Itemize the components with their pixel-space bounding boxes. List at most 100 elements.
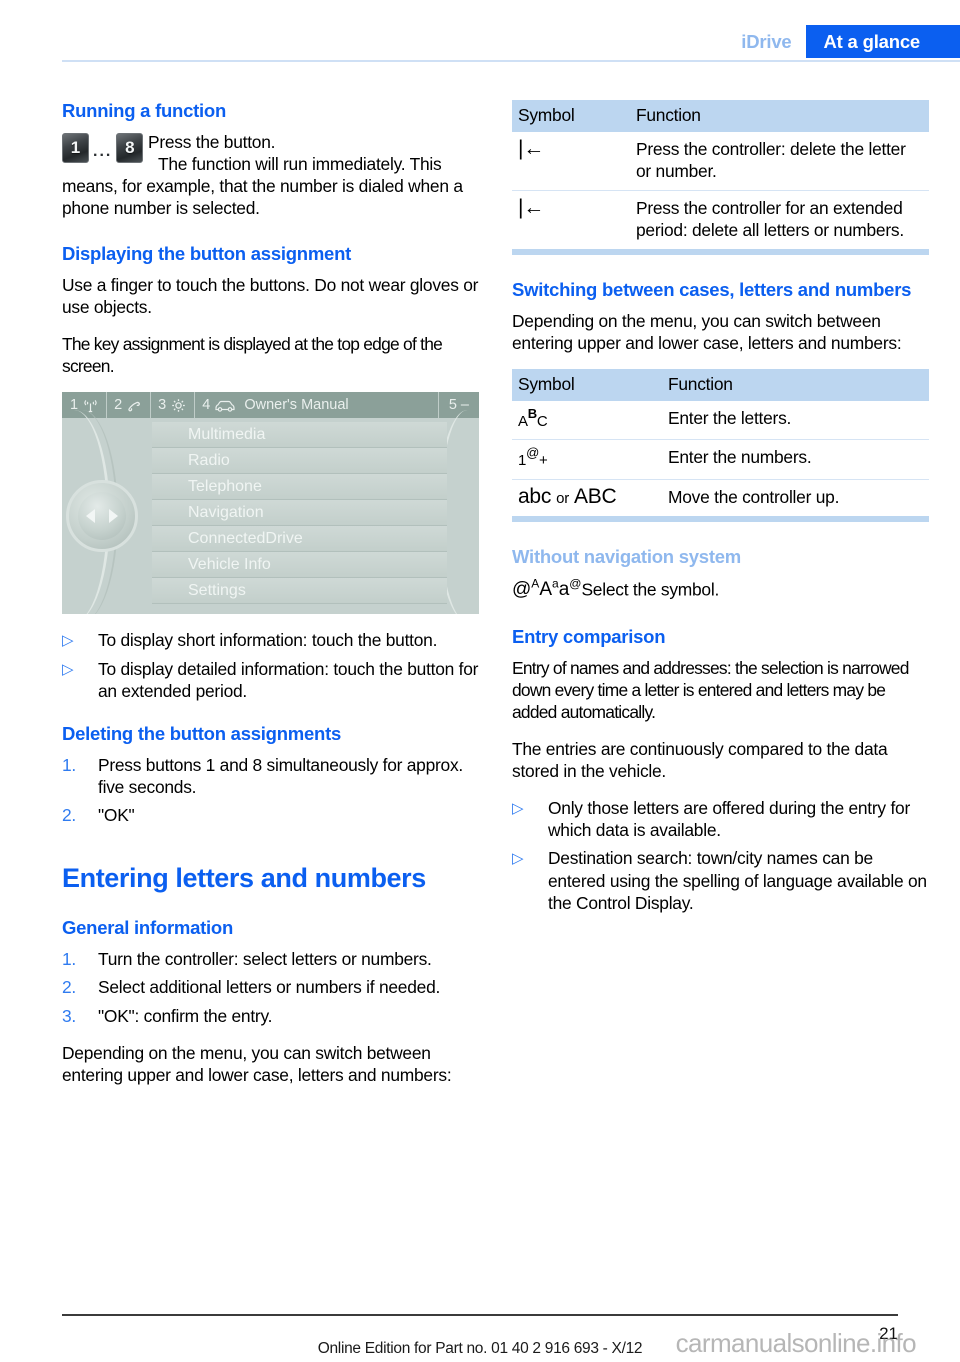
bullet-triangle-icon: ▷ [62,660,74,678]
idrive-screen-illustration: 1 2 3 4 Owner's Manual 5 – Multimedia Ra… [62,392,479,615]
car-icon [214,398,236,413]
step-text: "OK": confirm the entry. [98,1005,273,1026]
column-header-function: Function [630,100,929,132]
cell-symbol: abc or ABC [512,479,662,516]
step-text: Turn the controller: select letters or n… [98,949,432,970]
step-number: 1. [62,949,77,970]
cell-function: Enter the letters. [662,401,929,441]
idrive-menu-item: Radio [152,448,447,475]
case-toggle-icon: abc or ABC [518,484,617,508]
paragraph-switching: Depending on the menu, you can switch be… [512,311,902,354]
list-item: ▷ To display short information: touch th… [62,629,479,651]
idrive-menu-item: Telephone [152,474,447,501]
watermark-text: carmanualsonline.info [675,1328,917,1358]
list-item: ▷ Destination search: town/city names ca… [512,847,929,913]
symbol-upper-lower-icon: Aa [539,576,559,600]
table-row: ABC Enter the letters. [512,401,929,441]
idrive-controller-icon [66,480,138,553]
page-footer: 21 Online Edition for Part no. 01 40 2 9… [0,1292,960,1362]
idrive-tab-4: 4 Owner's Manual [195,392,438,418]
column-header-symbol: Symbol [512,100,630,132]
heading-displaying-button-assignment: Displaying the button assignment [62,243,352,265]
table-row: 1@+ Enter the numbers. [512,439,929,480]
column-header-function: Function [662,369,929,402]
page-title-entering-letters-numbers: Entering letters and numbers [62,862,426,893]
key-ellipsis: ... [93,142,113,160]
idrive-tab-3: 3 [151,392,196,419]
header-divider [62,60,960,62]
cell-symbol: ABC [512,401,662,441]
paragraph-entries-compared: The entries are continuously compared to… [512,739,888,782]
left-column: Running a function 1 ... 8 Press the but… [62,100,479,1086]
button-range-icons: 1 ... 8 [62,132,144,163]
idrive-title: Owner's Manual [244,397,349,414]
list-item: ▷ Only those letters are offered during … [512,797,929,841]
cell-function: Enter the numbers. [662,439,929,480]
without-nav-symbol-line: @AAaa@Select the symbol. [512,577,929,602]
idrive-menu-item: Vehicle Info [152,552,447,579]
paragraph-use-finger: Use a finger to touch the buttons. Do no… [62,275,479,318]
idrive-menu-area: Multimedia Radio Telephone Navigation Co… [62,410,479,615]
arrow-left-icon [86,509,95,524]
heading-deleting-button-assignments: Deleting the button assignments [62,722,342,744]
idrive-menu-item: Navigation [152,500,447,527]
step-number: 1. [62,754,77,775]
step-number: 3. [62,1005,77,1026]
idrive-tab-3-number: 3 [158,397,167,414]
header-breadcrumb: iDrive At a glance [731,25,960,58]
symbol-function-table-cases: Symbol Function ABC Enter the letters. 1… [512,369,929,515]
heading-without-navigation-system: Without navigation system [512,545,741,567]
key-1-icon: 1 [62,132,89,163]
bullet-triangle-icon: ▷ [62,632,74,650]
cell-function: Press the controller for an extended per… [636,198,904,241]
bullet-triangle-icon: ▷ [512,800,524,818]
deleting-steps-list: 1. Press buttons 1 and 8 simultaneously … [62,754,479,826]
list-item: 2. "OK" [62,804,479,826]
step-number: 2. [62,804,77,825]
step-text: "OK" [98,804,135,825]
cell-symbol: |← [512,132,630,192]
list-item-text: Only those letters are offered during th… [548,798,910,841]
symbol-function-table-delete: Symbol Function |← Press the controller:… [512,100,929,249]
press-button-line-2: The function will run immediately. This [158,153,442,174]
cell-symbol: 1@+ [512,439,662,480]
right-column: Symbol Function |← Press the controller:… [512,100,929,920]
heading-switching-between-cases: Switching between cases, letters and num… [512,279,912,301]
numbers-icon: 1@+ [518,445,548,470]
header-section-label: At a glance [805,25,960,58]
list-item: ▷ To display detailed information: touch… [62,658,479,702]
idrive-menu-item: ConnectedDrive [152,526,447,553]
list-item-text: Destination search: town/city names can … [548,848,927,913]
list-item: 1. Press buttons 1 and 8 simultaneously … [62,754,479,798]
paragraph-key-assignment: The key assignment is displayed at the t… [62,334,443,377]
heading-entry-comparison: Entry comparison [512,625,666,647]
entry-comparison-bullet-list: ▷ Only those letters are offered during … [512,797,929,913]
list-item: 2. Select additional letters or numbers … [62,976,479,998]
cell-function: Press the controller: delete the letter … [630,132,929,192]
without-nav-text: Select the symbol. [581,578,720,599]
table-row: |← Press the controller for an extended … [512,191,929,250]
column-header-symbol: Symbol [512,369,662,402]
telephone-icon [126,397,143,414]
press-button-continuation: means, for example, that the number is d… [62,176,463,219]
general-information-steps: 1. Turn the controller: select letters o… [62,948,479,1026]
cell-symbol: |← [512,191,630,250]
idrive-top-bar: 1 2 3 4 Owner's Manual 5 – [62,392,479,419]
footer-divider [62,1314,898,1316]
display-info-bullet-list: ▷ To display short information: touch th… [62,629,479,701]
paragraph-depending-on-menu: Depending on the menu, you can switch be… [62,1042,452,1085]
table-header-row: Symbol Function [512,369,929,402]
arrow-right-icon [109,509,118,524]
manual-page: iDrive At a glance Running a function 1 … [0,0,960,1362]
idrive-menu-list: Multimedia Radio Telephone Navigation Co… [152,422,447,605]
press-the-button-block: 1 ... 8 Press the button. The function w… [62,131,479,219]
table-row: |← Press the controller: delete the lett… [512,132,929,192]
step-text: Press buttons 1 and 8 simultaneously for… [98,754,464,797]
table-row: abc or ABC Move the controller up. [512,479,929,516]
list-item: 1. Turn the controller: select letters o… [62,948,479,970]
idrive-menu-item: Settings [152,578,447,605]
idrive-tab-4-number: 4 [202,397,211,414]
key-8-icon: 8 [116,132,144,163]
backspace-icon: |← [518,137,544,160]
list-item-text: To display detailed information: touch t… [98,658,479,701]
